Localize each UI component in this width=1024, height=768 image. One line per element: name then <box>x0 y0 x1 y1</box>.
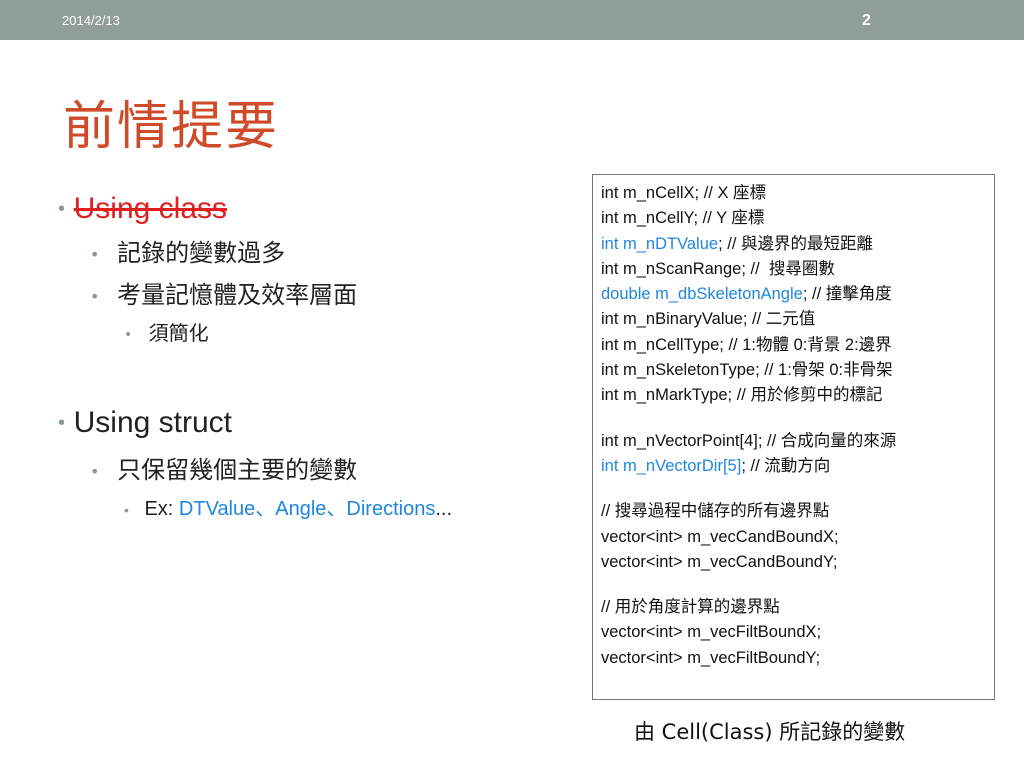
code-comment: ; // 與邊界的最短距離 <box>718 234 874 253</box>
code-highlight: double m_dbSkeletonAngle <box>601 285 803 304</box>
bullet-dot-icon: • <box>58 412 66 435</box>
ex-prefix: Ex: <box>144 498 179 520</box>
code-spacer <box>601 409 986 429</box>
code-highlight: int m_nDTValue <box>601 234 719 253</box>
bullet-dot-icon: • <box>90 461 100 481</box>
code-line: int m_nMarkType; // 用於修剪中的標記 <box>601 386 883 405</box>
using-class-text: Using class <box>73 192 228 225</box>
code-line: int m_nCellY; // Y 座標 <box>601 209 765 228</box>
slide-date: 2014/2/13 <box>62 13 120 28</box>
code-line: vector<int> m_vecCandBoundX; <box>601 527 839 546</box>
bullet-dot-icon: • <box>90 244 100 264</box>
code-line: vector<int> m_vecCandBoundY; <box>601 552 838 571</box>
code-line: // 用於角度計算的邊界點 <box>601 598 780 617</box>
bullet-ex: • Ex: DTValue、Angle、Directions... <box>124 492 452 521</box>
slide-title: 前情提要 <box>63 97 280 157</box>
code-line: double m_dbSkeletonAngle; // 撞擊角度 <box>601 282 986 307</box>
code-line: int m_nCellType; // 1:物體 0:背景 2:邊界 <box>601 335 892 354</box>
bullet-dot-icon: • <box>90 286 100 306</box>
code-line: int m_nBinaryValue; // 二元值 <box>601 310 816 329</box>
bullet-using-class: • Using class <box>58 190 227 226</box>
cell-variables-box: int m_nCellX; // X 座標 int m_nCellY; // Y… <box>592 174 995 700</box>
bullet-using-struct: • Using struct <box>58 404 232 440</box>
class-sub1-text: 記錄的變數過多 <box>117 239 286 267</box>
code-spacer <box>601 479 986 499</box>
code-line: int m_nCellX; // X 座標 <box>601 184 767 202</box>
bullet-class-sub2: • 考量記憶體及效率層面 <box>90 275 357 310</box>
bullet-class-sub1: • 記錄的變數過多 <box>90 233 285 268</box>
code-line: int m_nVectorDir[5]; // 流動方向 <box>601 454 986 479</box>
code-line: int m_nScanRange; // 搜尋圈數 <box>601 259 835 278</box>
code-comment: ; // 撞擊角度 <box>802 285 892 304</box>
bullet-class-sub2-sub: • 須簡化 <box>124 317 209 346</box>
ex-highlight: DTValue、Angle、Directions <box>178 498 436 520</box>
box-caption: 由 Cell(Class) 所記錄的變數 <box>634 720 906 744</box>
code-line: // 搜尋過程中儲存的所有邊界點 <box>601 502 830 521</box>
code-line: int m_nSkeletonType; // 1:骨架 0:非骨架 <box>601 361 893 380</box>
ex-suffix: ... <box>435 498 452 520</box>
bullet-dot-icon: • <box>124 326 133 343</box>
class-sub2-text: 考量記憶體及效率層面 <box>117 281 358 309</box>
top-bar: 2014/2/13 2 <box>0 0 1024 40</box>
code-line: int m_nVectorPoint[4]; // 合成向量的來源 <box>601 431 897 450</box>
struct-sub1-text: 只保留幾個主要的變數 <box>117 456 358 484</box>
bullet-struct-sub1: • 只保留幾個主要的變數 <box>90 450 357 485</box>
code-spacer <box>601 575 986 595</box>
code-highlight: int m_nVectorDir[5] <box>601 456 742 475</box>
bullet-dot-icon: • <box>124 501 129 518</box>
bullet-dot-icon: • <box>58 198 66 221</box>
slide-number: 2 <box>862 12 871 29</box>
code-comment: ; // 流動方向 <box>741 456 831 475</box>
code-line: vector<int> m_vecFiltBoundY; <box>601 648 821 667</box>
code-line: int m_nDTValue; // 與邊界的最短距離 <box>601 232 986 257</box>
code-line: vector<int> m_vecFiltBoundX; <box>601 623 822 642</box>
using-struct-text: Using struct <box>73 406 233 439</box>
class-sub2-sub-text: 須簡化 <box>148 321 209 345</box>
